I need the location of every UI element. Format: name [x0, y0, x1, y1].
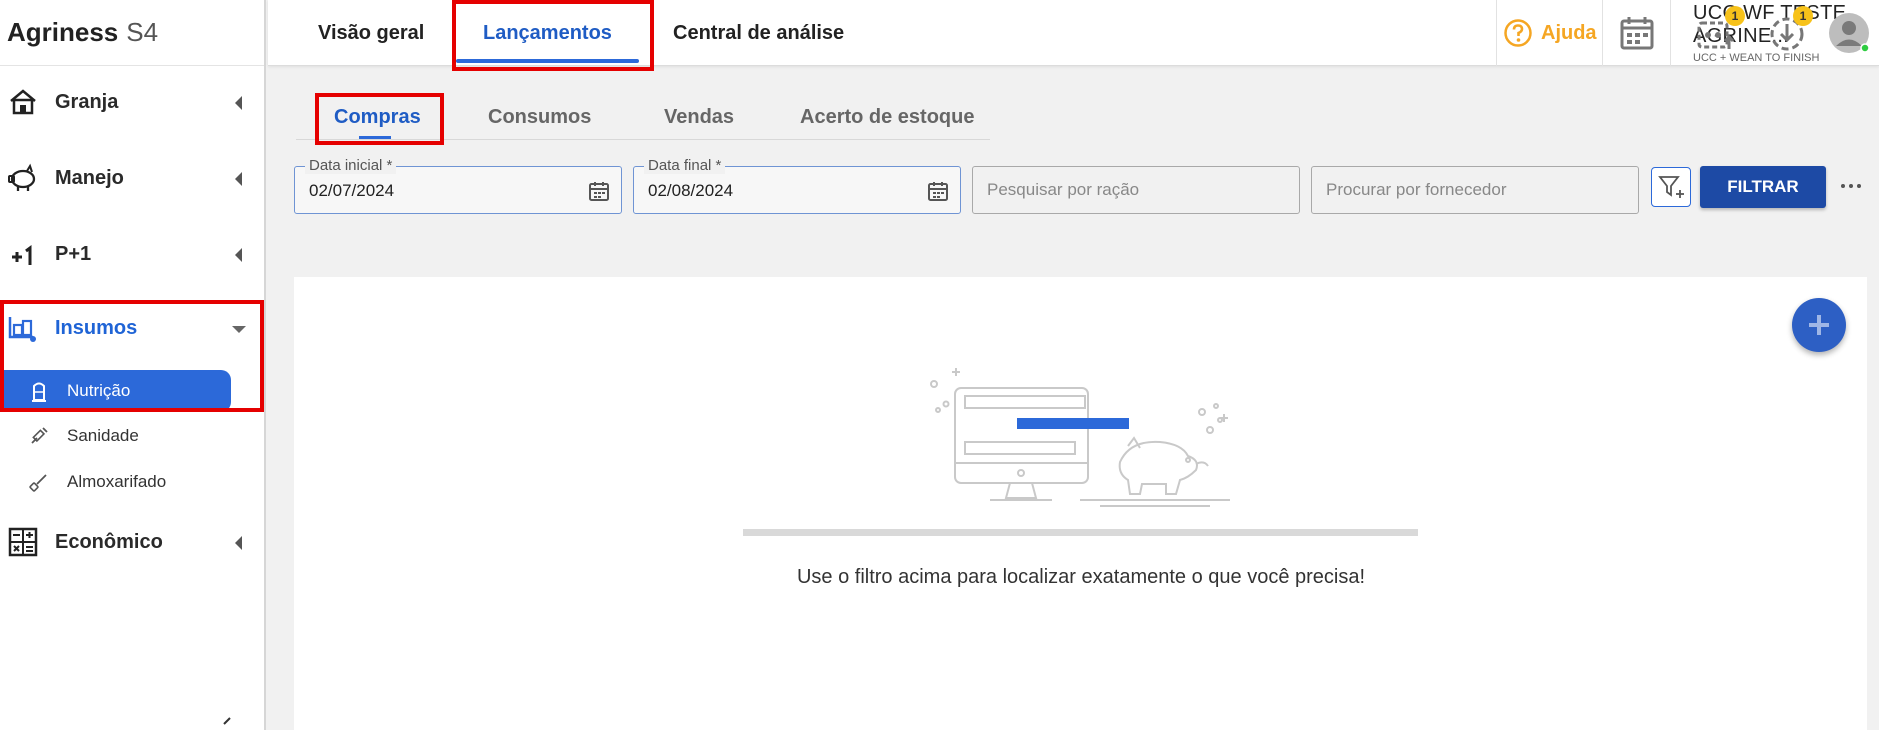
subtab-acerto-de-estoque[interactable]: Acerto de estoque	[800, 96, 974, 138]
silo-icon	[28, 380, 50, 402]
question-circle-icon	[1504, 19, 1532, 47]
sidebar: Agriness S4 Granja Manejo P+1 Insumos Nu…	[0, 0, 266, 730]
add-button[interactable]	[1792, 298, 1846, 352]
dot	[1849, 184, 1853, 188]
calculator-icon	[6, 525, 40, 559]
caret-left-icon	[235, 536, 242, 550]
active-tab-underline	[456, 59, 639, 63]
ration-search-field[interactable]	[972, 166, 1300, 214]
collapse-sidebar-icon[interactable]	[220, 716, 234, 730]
supplier-search-input[interactable]	[1326, 180, 1616, 200]
supplies-cart-icon	[6, 311, 40, 345]
empty-state-divider	[743, 529, 1418, 536]
brand-version: S4	[126, 17, 159, 47]
sidebar-subitem-label: Nutrição	[67, 381, 131, 400]
notification-badge: 1	[1725, 6, 1745, 26]
calendar-icon[interactable]	[587, 179, 611, 203]
shovel-icon	[28, 471, 50, 493]
tab-central-de-analise[interactable]: Central de análise	[673, 0, 844, 66]
advanced-filter-button[interactable]	[1651, 167, 1691, 207]
active-subtab-underline	[359, 136, 391, 139]
syringe-icon	[28, 425, 50, 447]
sidebar-subitem-sanidade[interactable]: Sanidade	[0, 415, 139, 457]
dot	[1841, 184, 1845, 188]
help-label: Ajuda	[1541, 21, 1597, 44]
subtab-consumos[interactable]: Consumos	[488, 96, 591, 138]
tab-visao-geral[interactable]: Visão geral	[318, 0, 424, 66]
sidebar-item-label: Econômico	[55, 530, 163, 553]
calendar-icon[interactable]	[926, 179, 950, 203]
sidebar-item-label: Manejo	[55, 166, 124, 189]
top-bar: Visão geral Lançamentos Central de análi…	[268, 0, 1879, 66]
end-date-input[interactable]	[648, 181, 908, 201]
start-date-input[interactable]	[309, 181, 569, 201]
ration-search-input[interactable]	[987, 180, 1277, 200]
end-date-label: Data final *	[644, 157, 726, 174]
more-options-button[interactable]	[1836, 176, 1866, 196]
sidebar-item-manejo[interactable]: Manejo	[0, 148, 264, 208]
download-sync-button[interactable]: 1	[1762, 0, 1813, 66]
upload-sync-button[interactable]: 1	[1692, 0, 1745, 66]
brand-logo[interactable]: Agriness S4	[0, 0, 264, 66]
sidebar-subitem-almoxarifado[interactable]: Almoxarifado	[0, 461, 166, 503]
empty-state-illustration	[930, 368, 1230, 507]
caret-left-icon	[235, 172, 242, 186]
plus-icon	[1809, 315, 1829, 335]
house-icon	[6, 85, 40, 119]
caret-left-icon	[235, 248, 242, 262]
sidebar-item-granja[interactable]: Granja	[0, 72, 264, 132]
start-date-label: Data inicial *	[305, 157, 397, 174]
filter-add-icon	[1658, 176, 1684, 198]
sidebar-item-economico[interactable]: Econômico	[0, 512, 264, 572]
sidebar-subitem-label: Almoxarifado	[67, 472, 167, 491]
subtab-vendas[interactable]: Vendas	[664, 96, 734, 138]
sidebar-subitem-label: Sanidade	[67, 426, 139, 445]
calendar-icon	[1620, 17, 1653, 50]
sub-tabs: Compras Consumos Vendas Acerto de estoqu…	[296, 96, 990, 140]
filter-button[interactable]: FILTRAR	[1700, 166, 1826, 208]
help-button[interactable]: Ajuda	[1496, 0, 1602, 66]
end-date-field[interactable]: Data final *	[633, 157, 961, 214]
sidebar-item-label: Granja	[55, 90, 119, 113]
sidebar-item-insumos[interactable]: Insumos	[0, 298, 264, 358]
avatar-icon	[1829, 13, 1870, 53]
caret-down-icon	[232, 326, 246, 333]
notification-badge: 1	[1793, 6, 1813, 26]
calendar-button[interactable]	[1602, 0, 1670, 66]
caret-left-icon	[235, 96, 242, 110]
user-avatar[interactable]	[1824, 0, 1874, 66]
dot	[1857, 184, 1861, 188]
start-date-field[interactable]: Data inicial *	[294, 157, 622, 214]
pig-icon	[6, 161, 40, 195]
empty-state-message: Use o filtro acima para localizar exatam…	[796, 566, 1366, 588]
supplier-search-field[interactable]	[1311, 166, 1639, 214]
sidebar-item-label: Insumos	[55, 316, 138, 339]
tab-lancamentos[interactable]: Lançamentos	[483, 0, 612, 66]
subtab-compras[interactable]: Compras	[334, 96, 421, 138]
plus-one-icon	[6, 237, 40, 271]
sidebar-item-label: P+1	[55, 242, 92, 265]
sidebar-item-p1[interactable]: P+1	[0, 224, 264, 284]
brand-name: Agriness	[7, 17, 119, 47]
sidebar-subitem-nutricao[interactable]: Nutrição	[0, 370, 231, 412]
